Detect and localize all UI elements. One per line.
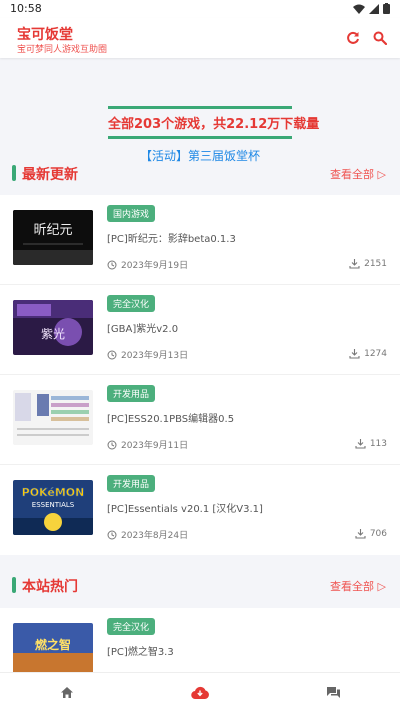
app-subtitle: 宝可梦同人游戏互助圈 (17, 45, 108, 55)
search-icon (373, 31, 387, 45)
date-text: 2023年8月24日 (121, 531, 189, 541)
cloud-download-icon (191, 686, 209, 699)
list-item[interactable]: 昕纪元 国内游戏 [PC]昕纪元：影辞beta0.1.3 2023年9月19日 … (0, 195, 400, 285)
stats-bottom-line (108, 136, 292, 139)
game-thumbnail: POKéMON ESSENTIALS (13, 480, 93, 535)
download-count-text: 2151 (364, 258, 387, 269)
list-item[interactable]: 开发用品 [PC]ESS20.1PBS编辑器0.5 2023年9月11日 113 (0, 375, 400, 465)
thumb-logo-text: POKéMON (22, 486, 85, 499)
category-badge: 开发用品 (107, 475, 156, 492)
release-date: 2023年9月13日 (107, 348, 188, 361)
status-bar: 10:58 (0, 0, 400, 18)
download-icon (349, 349, 360, 359)
download-icon (355, 529, 366, 539)
hot-view-all-link[interactable]: 查看全部 ▷ (330, 578, 386, 594)
clock-icon (107, 350, 117, 359)
refresh-icon (347, 31, 359, 44)
game-title: [PC]Essentials v20.1 [汉化V3.1] (107, 504, 263, 515)
download-count: 1274 (349, 348, 387, 359)
status-icons (353, 3, 390, 14)
download-count: 2151 (349, 258, 387, 269)
nav-download[interactable] (190, 683, 210, 701)
thumb-title-text: 昕纪元 (33, 223, 72, 238)
game-thumbnail: 紫光 (13, 300, 93, 355)
home-icon (61, 686, 73, 698)
game-title: [PC]燃之智3.3 (107, 647, 174, 658)
game-title: [PC]昕纪元：影辞beta0.1.3 (107, 234, 236, 245)
stats-banner: 全部203个游戏，共22.12万下载量 (108, 106, 320, 139)
date-text: 2023年9月13日 (121, 351, 189, 361)
download-icon (349, 259, 360, 269)
date-text: 2023年9月11日 (121, 441, 189, 451)
refresh-button[interactable] (343, 28, 363, 48)
category-badge: 完全汉化 (107, 295, 156, 312)
bottom-nav (0, 672, 400, 710)
download-count-text: 113 (369, 438, 387, 449)
clock-icon (107, 530, 117, 539)
game-title: [GBA]紫光v2.0 (107, 324, 179, 335)
thumb-sub-text: ESSENTIALS (32, 501, 75, 509)
wifi-icon (353, 4, 365, 14)
release-date: 2023年8月24日 (107, 528, 188, 541)
latest-section-title: 最新更新 (22, 167, 78, 183)
download-icon (355, 439, 366, 449)
game-thumbnail: 昕纪元 (13, 210, 93, 265)
status-time: 10:58 (10, 2, 42, 15)
download-count: 706 (355, 528, 387, 539)
latest-section-header: 最新更新 查看全部 ▷ (12, 163, 388, 183)
nav-home[interactable] (57, 683, 77, 701)
category-badge: 完全汉化 (107, 618, 156, 635)
list-item[interactable]: POKéMON ESSENTIALS 开发用品 [PC]Essentials v… (0, 465, 400, 555)
signal-icon (369, 3, 379, 14)
thumb-title-text: 紫光 (41, 327, 65, 341)
latest-list: 昕纪元 国内游戏 [PC]昕纪元：影辞beta0.1.3 2023年9月19日 … (0, 195, 400, 555)
game-title: [PC]ESS20.1PBS编辑器0.5 (107, 414, 235, 425)
game-thumbnail (13, 390, 93, 445)
stats-text: 全部203个游戏，共22.12万下载量 (108, 117, 320, 132)
release-date: 2023年9月11日 (107, 438, 188, 451)
event-link[interactable]: 【活动】第三届饭堂杯 (0, 147, 400, 164)
list-item[interactable]: 燃之智 完全汉化 [PC]燃之智3.3 (0, 608, 400, 672)
latest-view-all-link[interactable]: 查看全部 ▷ (330, 166, 386, 182)
hot-list: 燃之智 完全汉化 [PC]燃之智3.3 (0, 608, 400, 672)
download-count: 113 (355, 438, 387, 449)
search-button[interactable] (370, 28, 390, 48)
release-date: 2023年9月19日 (107, 258, 188, 271)
nav-forum[interactable] (323, 683, 343, 701)
forum-icon (326, 686, 340, 698)
date-text: 2023年9月19日 (121, 261, 189, 271)
download-count-text: 1274 (364, 348, 387, 359)
battery-icon (383, 3, 390, 14)
download-count-text: 706 (369, 528, 387, 539)
clock-icon (107, 260, 117, 269)
section-accent-bar (12, 577, 16, 593)
game-thumbnail: 燃之智 (13, 623, 93, 672)
category-badge: 国内游戏 (107, 205, 156, 222)
thumb-title-text: 燃之智 (35, 637, 71, 652)
section-accent-bar (12, 165, 16, 181)
hot-section-title: 本站热门 (22, 579, 78, 595)
hot-section-header: 本站热门 查看全部 ▷ (12, 575, 388, 595)
app-bar: 宝可饭堂 宝可梦同人游戏互助圈 (0, 18, 400, 58)
list-item[interactable]: 紫光 完全汉化 [GBA]紫光v2.0 2023年9月13日 1274 (0, 285, 400, 375)
category-badge: 开发用品 (107, 385, 156, 402)
app-title: 宝可饭堂 (17, 27, 73, 43)
clock-icon (107, 440, 117, 449)
